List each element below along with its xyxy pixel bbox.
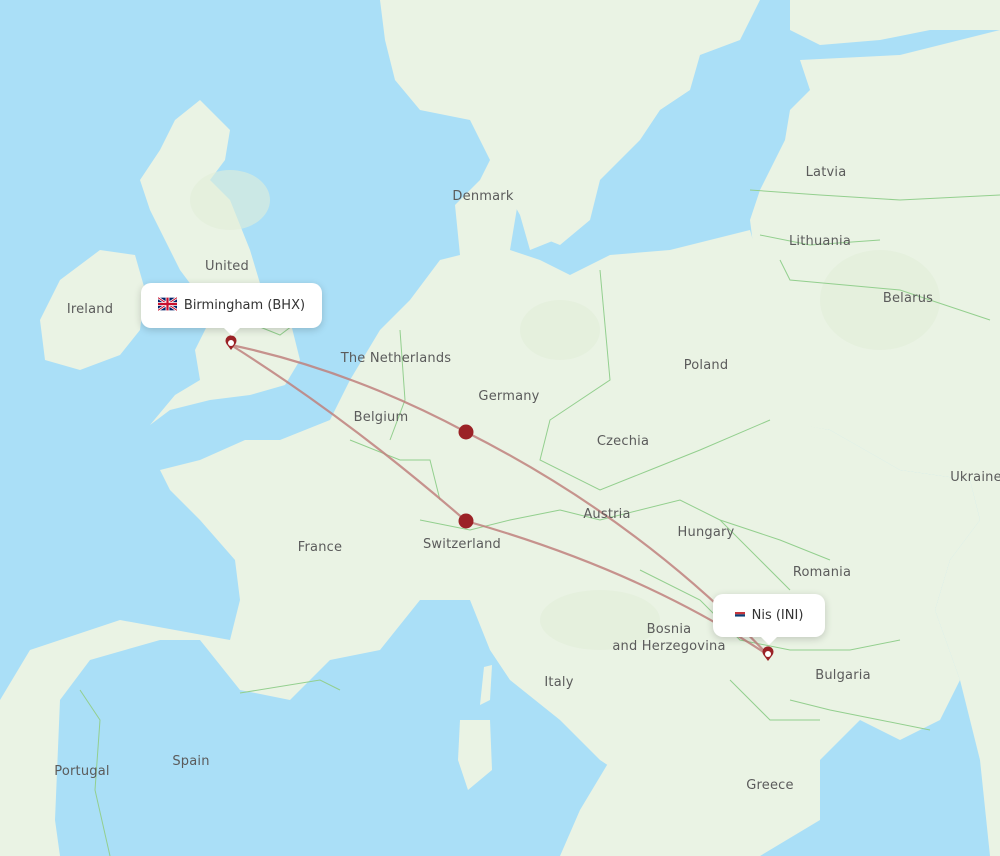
label-ireland: Ireland (67, 302, 113, 317)
route-map[interactable]: Ireland United Denmark The Netherlands B… (0, 0, 1000, 856)
label-netherlands: The Netherlands (340, 351, 452, 366)
label-austria: Austria (583, 507, 630, 522)
label-denmark: Denmark (452, 189, 513, 204)
origin-airport-label: Birmingham (BHX) (183, 298, 306, 313)
label-ukraine: Ukraine (950, 470, 1000, 485)
label-czechia: Czechia (597, 434, 649, 449)
label-lithuania: Lithuania (789, 234, 851, 249)
label-latvia: Latvia (806, 165, 847, 180)
label-herzegovina: and Herzegovina (612, 639, 725, 654)
destination-popup[interactable]: Nis (INI) (713, 594, 825, 645)
label-bosnia: Bosnia (647, 622, 692, 637)
label-romania: Romania (793, 565, 851, 580)
label-belgium: Belgium (354, 410, 409, 425)
label-portugal: Portugal (54, 764, 109, 779)
uk-flag-icon (157, 296, 178, 315)
label-germany: Germany (478, 389, 539, 404)
label-united-kingdom: United (205, 259, 249, 274)
label-hungary: Hungary (678, 525, 735, 540)
label-france: France (298, 540, 342, 555)
origin-popup[interactable]: Birmingham (BHX) (141, 283, 322, 336)
label-belarus: Belarus (883, 291, 933, 306)
destination-airport-label: Nis (INI) (751, 608, 804, 623)
label-greece: Greece (746, 778, 793, 793)
stop-germany-marker[interactable] (458, 424, 474, 440)
label-switzerland: Switzerland (423, 537, 501, 552)
stop-switzerland-marker[interactable] (458, 513, 474, 529)
label-poland: Poland (684, 358, 729, 373)
label-bulgaria: Bulgaria (815, 668, 871, 683)
label-italy: Italy (544, 675, 573, 690)
label-spain: Spain (172, 754, 209, 769)
serbia-flag-icon (734, 608, 745, 623)
